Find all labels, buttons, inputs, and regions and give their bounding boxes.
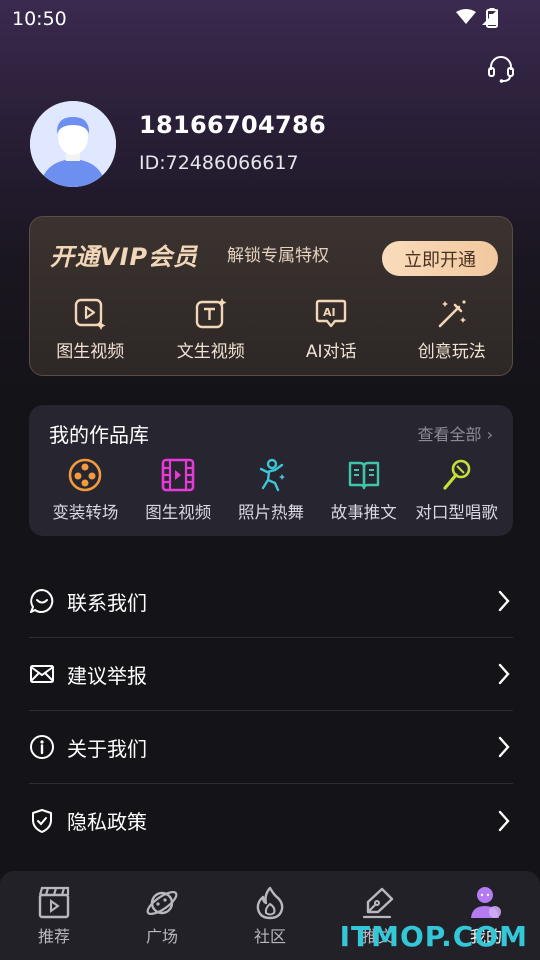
- chevron-right-icon: [498, 663, 510, 685]
- planet-icon: [146, 890, 178, 916]
- microphone-icon: [442, 459, 470, 490]
- menu-item-about-us[interactable]: 关于我们: [29, 711, 513, 784]
- battery-icon: [486, 8, 498, 28]
- svg-text:AI: AI: [323, 306, 336, 319]
- works-title: 我的作品库: [49, 423, 149, 447]
- customer-service-icon[interactable]: [486, 54, 516, 84]
- open-book-icon: [348, 461, 379, 490]
- work-item-label: 对口型唱歌: [415, 503, 498, 522]
- view-all-link[interactable]: 查看全部 ›: [418, 421, 494, 445]
- vip-open-button[interactable]: 立即开通: [382, 241, 498, 276]
- image-to-video-icon: [75, 298, 106, 330]
- film-reel-icon: [69, 458, 102, 492]
- vip-feature-label: AI对话: [305, 342, 357, 362]
- chevron-right-icon: [498, 810, 510, 831]
- wifi-icon: [456, 9, 476, 24]
- chevron-right-icon: [498, 590, 510, 612]
- menu-item-label: 建议举报: [67, 663, 147, 688]
- pen-nib-icon: [362, 887, 394, 919]
- vip-feature-creative[interactable]: 创意玩法: [392, 297, 513, 362]
- menu-item-privacy-policy[interactable]: 隐私政策: [29, 784, 513, 857]
- work-item-image-to-video[interactable]: 图生视频: [132, 457, 225, 523]
- user-phone: 18166704786: [139, 111, 326, 139]
- tab-community[interactable]: 社区: [216, 871, 324, 960]
- vip-feature-label: 图生视频: [56, 342, 125, 362]
- chevron-right-icon: [498, 736, 510, 758]
- menu-item-label: 隐私政策: [67, 810, 147, 834]
- tab-label: 推荐: [37, 927, 70, 946]
- avatar[interactable]: [30, 101, 116, 187]
- film-strip-icon: [161, 458, 195, 492]
- ai-chat-icon: AI: [316, 299, 347, 328]
- clapperboard-icon: [38, 886, 70, 919]
- vip-features: 图生视频 文生视频 AI AI对话 创意玩法: [30, 297, 512, 362]
- works-library-card: 我的作品库 查看全部 › 变装转场 图生视频 照片热舞 故事推文 对口型唱歌: [29, 405, 513, 536]
- menu-item-label: 关于我们: [67, 736, 147, 761]
- tab-label: 社区: [253, 927, 286, 946]
- works-items: 变装转场 图生视频 照片热舞 故事推文 对口型唱歌: [29, 457, 513, 523]
- vip-subtitle: 解锁专属特权: [227, 246, 329, 266]
- work-item-label: 图生视频: [145, 503, 212, 522]
- work-item-label: 变装转场: [52, 503, 119, 522]
- work-item-costume-transition[interactable]: 变装转场: [39, 457, 132, 523]
- work-item-photo-dance[interactable]: 照片热舞: [225, 457, 318, 523]
- tab-square[interactable]: 广场: [108, 871, 216, 960]
- tab-recommend[interactable]: 推荐: [0, 871, 108, 960]
- status-time: 10:50: [12, 8, 67, 30]
- vip-feature-text-to-video[interactable]: 文生视频: [151, 297, 272, 362]
- user-icon: [471, 887, 501, 918]
- chat-bubble-icon: [30, 589, 54, 613]
- menu-item-contact-us[interactable]: 联系我们: [29, 565, 513, 638]
- work-item-label: 故事推文: [330, 503, 397, 522]
- flame-icon: [256, 886, 284, 920]
- work-item-lip-sync[interactable]: 对口型唱歌: [410, 457, 503, 523]
- default-avatar-icon: [30, 101, 116, 187]
- status-bar: 10:50: [0, 0, 540, 36]
- work-item-label: 照片热舞: [237, 503, 304, 522]
- menu-item-feedback-report[interactable]: 建议举报: [29, 638, 513, 711]
- vip-card[interactable]: 开通VIP会员 解锁专属特权 立即开通 图生视频 文生视频 AI AI对话 创意…: [29, 216, 513, 376]
- work-item-story-post[interactable]: 故事推文: [317, 457, 410, 523]
- watermark: ITMOP.COM: [339, 920, 528, 953]
- settings-menu: 联系我们 建议举报 关于我们 隐私政策: [29, 565, 513, 857]
- tab-label: 广场: [145, 927, 178, 946]
- vip-feature-ai-chat[interactable]: AI AI对话: [271, 297, 392, 362]
- vip-feature-label: 创意玩法: [417, 342, 486, 362]
- info-icon: [30, 735, 54, 759]
- user-id: ID:72486066617: [139, 152, 299, 174]
- shield-check-icon: [32, 808, 52, 833]
- text-to-video-icon: [195, 298, 227, 329]
- menu-item-label: 联系我们: [67, 590, 147, 615]
- vip-title: 开通VIP会员: [50, 243, 199, 271]
- dance-figure-icon: [259, 458, 285, 492]
- magic-wand-icon: [438, 300, 466, 328]
- vip-feature-image-to-video[interactable]: 图生视频: [30, 297, 151, 362]
- mail-icon: [30, 665, 54, 683]
- vip-feature-label: 文生视频: [176, 342, 245, 362]
